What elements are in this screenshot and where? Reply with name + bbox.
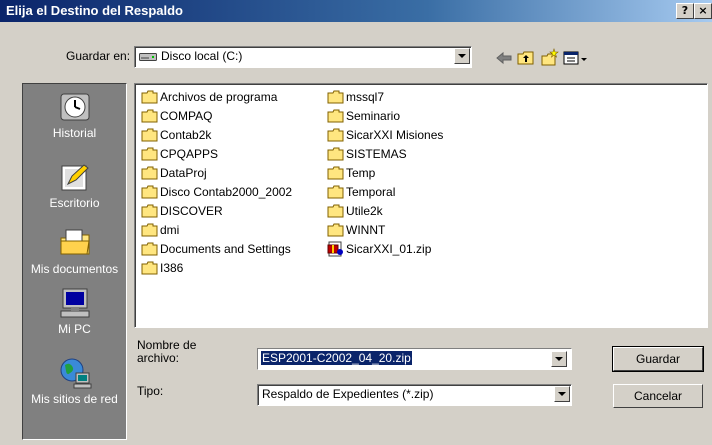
save-in-value: Disco local (C:) <box>161 49 243 63</box>
folder-icon <box>141 223 158 237</box>
filename-input[interactable]: ESP2001-C2002_04_20.zip <box>257 348 572 370</box>
folder-icon <box>141 90 158 104</box>
folder-icon <box>327 166 344 180</box>
cancel-button[interactable]: Cancelar <box>613 384 703 408</box>
folder-icon <box>327 185 344 199</box>
save-in-dropdown[interactable]: Disco local (C:) <box>134 46 472 68</box>
places-item-label: Historial <box>52 126 97 140</box>
places-item-my-documents[interactable]: Mis documentos <box>23 226 126 276</box>
filename-value: ESP2001-C2002_04_20.zip <box>261 351 412 365</box>
type-value: Respaldo de Expedientes (*.zip) <box>262 387 434 401</box>
folder-icon <box>141 147 158 161</box>
folder-icon <box>327 128 344 142</box>
filename-dropdown[interactable] <box>551 350 568 367</box>
drive-icon <box>139 53 157 61</box>
desktop-icon <box>61 164 89 191</box>
window-title: Elija el Destino del Respaldo <box>6 3 183 18</box>
close-button[interactable]: × <box>694 3 712 19</box>
view-menu-icon[interactable] <box>562 48 590 68</box>
folder-icon <box>141 128 158 142</box>
folder-icon <box>141 242 158 256</box>
up-one-level-icon[interactable] <box>516 48 536 68</box>
places-item-label: Mi PC <box>58 322 91 336</box>
folder-icon <box>141 109 158 123</box>
places-item-history[interactable]: Historial <box>23 90 126 140</box>
filename-label: Nombre de archivo: <box>137 338 197 365</box>
save-in-dropdown-arrow[interactable] <box>454 48 470 64</box>
folder-icon <box>327 147 344 161</box>
folder-icon <box>327 204 344 218</box>
save-button[interactable]: Guardar <box>612 346 704 372</box>
filename-dropdown-arrow[interactable] <box>551 351 567 367</box>
new-folder-icon[interactable] <box>540 48 560 68</box>
places-item-label: Mis sitios de red <box>31 392 118 406</box>
my-documents-icon <box>60 229 90 255</box>
title-bar[interactable]: Elija el Destino del Respaldo ? × <box>0 0 712 22</box>
folder-icon <box>327 223 344 237</box>
zip-file-icon <box>327 241 343 257</box>
folder-icon <box>141 204 158 218</box>
type-label: Tipo: <box>137 384 164 398</box>
places-item-label: Mis documentos <box>30 262 119 276</box>
places-item-network[interactable]: Mis sitios de red <box>23 356 126 406</box>
file-list[interactable]: Archivos de programa COMPAQ Contab2k CPQ… <box>134 83 708 328</box>
places-item-my-computer[interactable]: Mi PC <box>23 286 126 336</box>
folder-icon <box>141 185 158 199</box>
type-dropdown[interactable]: Respaldo de Expedientes (*.zip) <box>257 384 572 406</box>
network-places-icon <box>60 358 91 389</box>
places-bar: Historial Escritorio Mis documentos Mi P… <box>22 83 127 440</box>
back-arrow-icon[interactable] <box>494 48 514 68</box>
type-dropdown-arrow[interactable] <box>554 386 570 402</box>
help-button[interactable]: ? <box>676 3 694 19</box>
places-item-desktop[interactable]: Escritorio <box>23 160 126 210</box>
folder-icon <box>141 261 158 275</box>
places-item-label: Escritorio <box>49 196 100 210</box>
save-dialog: Elija el Destino del Respaldo ? × Guarda… <box>0 0 712 445</box>
folder-icon <box>141 166 158 180</box>
my-computer-icon <box>60 288 89 318</box>
history-icon <box>60 93 89 121</box>
save-in-label: Guardar en: <box>66 49 131 63</box>
folder-icon <box>327 90 344 104</box>
folder-icon <box>327 109 344 123</box>
